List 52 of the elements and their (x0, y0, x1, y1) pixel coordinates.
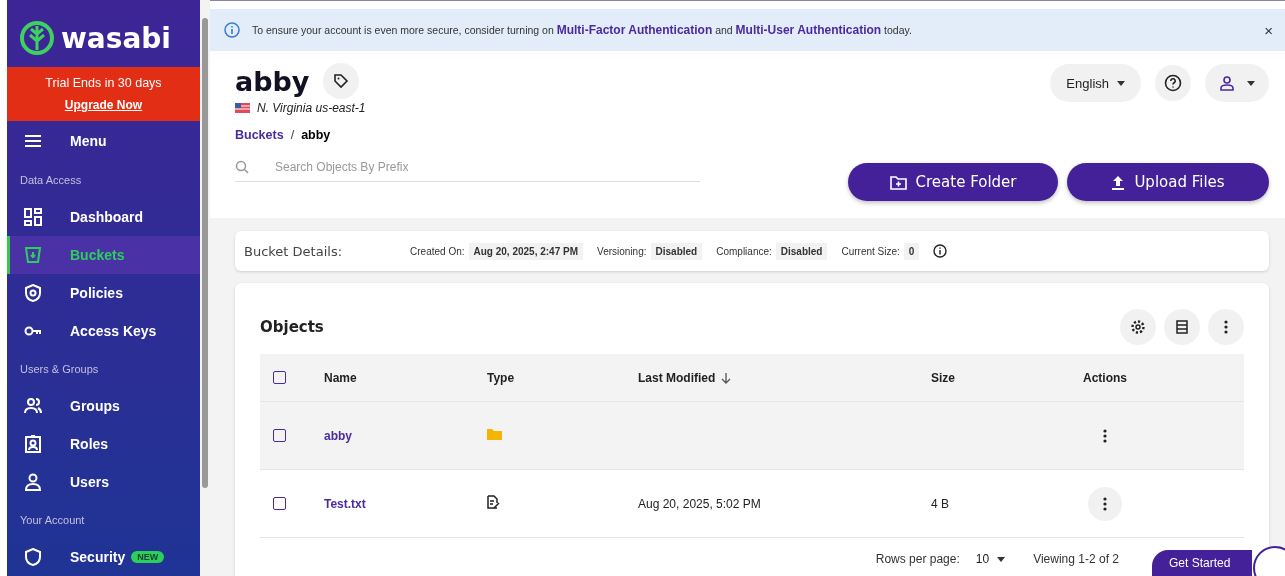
create-folder-button[interactable]: Create Folder (848, 163, 1058, 201)
upload-files-button[interactable]: Upload Files (1067, 163, 1269, 201)
section-heading: Your Account (19, 513, 86, 528)
rows-per-page-label: Rows per page: (875, 552, 960, 566)
detail-value: Disabled (650, 242, 703, 260)
object-name-link[interactable]: abby (324, 428, 352, 443)
detail-value: 0 (903, 242, 920, 260)
region-label: N. Virginia us-east-1 (257, 101, 366, 115)
bucket-title: abby (235, 65, 310, 97)
trial-text: Trial Ends in 30 days (45, 75, 162, 90)
table-cell: 4 B (931, 496, 949, 511)
get-started-button[interactable]: Get Started (1152, 550, 1252, 576)
column-header[interactable]: Name (324, 370, 357, 385)
detail-label: Compliance: (716, 245, 772, 257)
language-dropdown[interactable]: English (1050, 64, 1141, 102)
column-header[interactable]: Last Modified (638, 370, 716, 385)
table-row[interactable]: abby (260, 402, 1244, 470)
close-button[interactable]: × (1264, 21, 1273, 39)
section-heading: Data Access (19, 173, 83, 188)
objects-title: Objects (260, 317, 324, 336)
sidebar-item[interactable]: Security NEW (7, 538, 200, 576)
detail-label: Created On: (410, 245, 465, 257)
sidebar-item[interactable]: Groups (7, 387, 200, 425)
sidebar-item[interactable]: Policies (7, 274, 200, 312)
sidebar-item[interactable]: Dashboard (7, 198, 200, 236)
column-header[interactable]: Size (931, 370, 955, 385)
details-title: Bucket Details: (244, 243, 343, 259)
detail-value: Disabled (775, 242, 828, 260)
detail-label: Versioning: (597, 245, 647, 257)
pagination-info: Viewing 1-2 of 2 (1033, 552, 1119, 566)
new-badge: NEW (131, 551, 165, 563)
sidebar-item[interactable]: Users (7, 463, 200, 501)
rows-per-page-dropdown[interactable]: 10 (969, 551, 1012, 567)
breadcrumb-current: abby (301, 128, 331, 142)
column-header[interactable]: Actions (1083, 370, 1127, 385)
detail-value: Aug 20, 2025, 2:47 PM (468, 242, 584, 260)
object-name-link[interactable]: Test.txt (324, 496, 366, 511)
breadcrumb-link[interactable]: Buckets (235, 128, 284, 142)
sidebar-item[interactable]: Roles (7, 425, 200, 463)
sidebar-item[interactable]: Access Keys (7, 312, 200, 350)
search-field[interactable]: Search Objects By Prefix (275, 160, 700, 174)
table-row[interactable]: Test.txt Aug 20, 2025, 5:02 PM 4 B (260, 470, 1244, 538)
column-header[interactable]: Type (487, 370, 515, 385)
section-heading: Users & Groups (19, 362, 100, 377)
table-cell: Aug 20, 2025, 5:02 PM (638, 496, 761, 511)
logo-text: wasabi (61, 21, 171, 55)
banner-message: To ensure your account is even more secure, consider turning on Multi-Factor Authentication and Multi-User Authentication today. (252, 23, 913, 37)
breadcrumb-separator: / (290, 128, 295, 142)
detail-label: Current Size: (841, 245, 900, 257)
sidebar-item[interactable]: Buckets (7, 236, 200, 274)
upgrade-link[interactable]: Upgrade Now (64, 97, 143, 112)
menu-item[interactable]: Menu (7, 121, 200, 161)
